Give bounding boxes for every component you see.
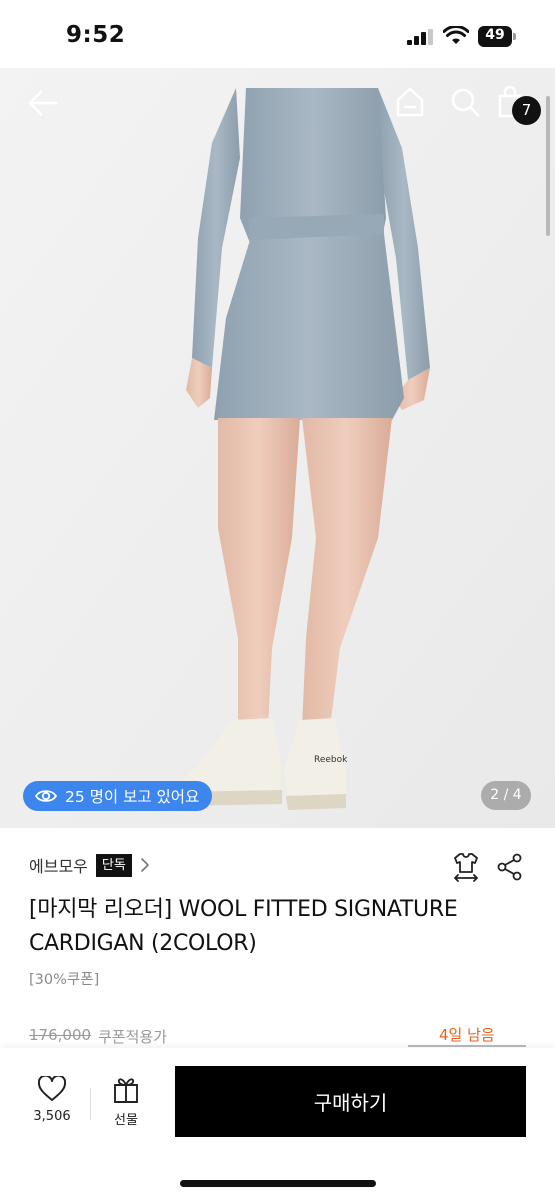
coupon-tag: [30%쿠폰]: [29, 972, 100, 988]
product-image-gallery[interactable]: Reebok: [0, 68, 555, 828]
product-photo: Reebok: [0, 68, 555, 828]
svg-text:Reebok: Reebok: [314, 755, 348, 765]
coupon-price-label: 쿠폰적용가: [98, 1028, 168, 1046]
chevron-right-icon[interactable]: [140, 857, 150, 873]
fit-size-icon[interactable]: [451, 851, 481, 883]
image-page-indicator: 2 / 4: [481, 781, 531, 810]
bottom-divider: [90, 1088, 91, 1120]
cellular-signal-icon: [407, 29, 433, 45]
like-button[interactable]: 3,506: [26, 1076, 78, 1132]
buy-button[interactable]: 구매하기: [175, 1066, 526, 1137]
original-price: 176,000: [29, 1026, 92, 1044]
scroll-indicator: [546, 96, 550, 236]
eye-icon: [35, 790, 57, 802]
share-icon[interactable]: [496, 853, 524, 881]
search-icon[interactable]: [449, 86, 481, 118]
home-icon[interactable]: [394, 86, 426, 118]
days-left-text: 4일 남음: [439, 1026, 495, 1044]
gift-icon[interactable]: [113, 1076, 139, 1103]
days-left-underline: [408, 1045, 526, 1047]
product-title: [마지막 리오더] WOOL FITTED SIGNATURE CARDIGAN…: [29, 897, 458, 956]
viewers-count-pill: 25 명이 보고 있어요: [23, 781, 213, 811]
back-arrow-icon[interactable]: [26, 86, 60, 120]
brand-link[interactable]: 에브모우 단독: [29, 852, 150, 878]
heart-icon[interactable]: [38, 1076, 66, 1102]
wifi-icon: [443, 26, 469, 44]
viewers-text: 25 명이 보고 있어요: [65, 788, 200, 806]
brand-name[interactable]: 에브모우: [29, 853, 88, 877]
cart-count-badge[interactable]: 7: [512, 96, 541, 125]
status-bar: 9:52 49: [0, 0, 555, 68]
battery-level: 49: [485, 27, 505, 43]
status-time: 9:52: [66, 22, 126, 48]
like-count: 3,506: [33, 1109, 71, 1124]
gift-label: 선물: [114, 1113, 138, 1128]
exclusive-badge: 단독: [95, 853, 132, 877]
home-indicator: [180, 1180, 376, 1187]
battery-icon: 49: [478, 26, 516, 47]
gift-button[interactable]: 선물: [102, 1076, 150, 1132]
